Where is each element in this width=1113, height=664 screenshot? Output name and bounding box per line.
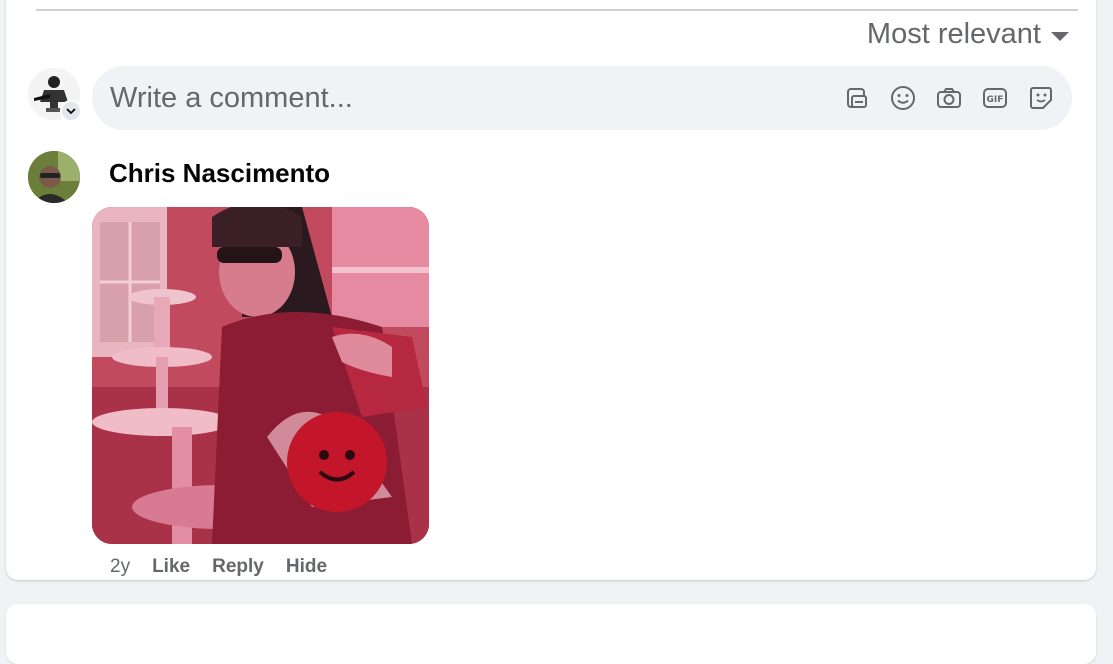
svg-text:GIF: GIF [987,95,1004,105]
comment-gif-attachment[interactable] [92,207,429,544]
sort-label: Most relevant [866,18,1041,50]
composer-tools: GIF [842,83,1072,113]
comment-input[interactable] [92,65,842,131]
current-user-avatar[interactable] [28,68,82,122]
hide-button[interactable]: Hide [286,556,327,578]
comment-author-name[interactable]: Chris Nascimento [109,158,330,189]
sort-comments-dropdown[interactable]: Most relevant [867,18,1069,51]
commenter-avatar[interactable] [28,151,80,203]
section-divider [36,9,1078,11]
reply-button[interactable]: Reply [212,556,264,578]
comment-composer: GIF [92,65,1072,131]
next-post-card [6,604,1096,664]
avatar-sticker-icon[interactable] [842,83,872,113]
sticker-icon[interactable] [1026,83,1056,113]
caret-down-icon [1051,32,1069,41]
account-menu-chevron-icon[interactable] [60,100,82,122]
like-button[interactable]: Like [152,556,190,578]
gif-image [92,207,429,544]
emoji-icon[interactable] [888,83,918,113]
camera-icon[interactable] [934,83,964,113]
comment-actions: 2y Like Reply Hide [110,556,327,578]
commenter-avatar-image [28,151,80,203]
comment-timestamp[interactable]: 2y [110,556,130,578]
gif-icon[interactable]: GIF [980,83,1010,113]
